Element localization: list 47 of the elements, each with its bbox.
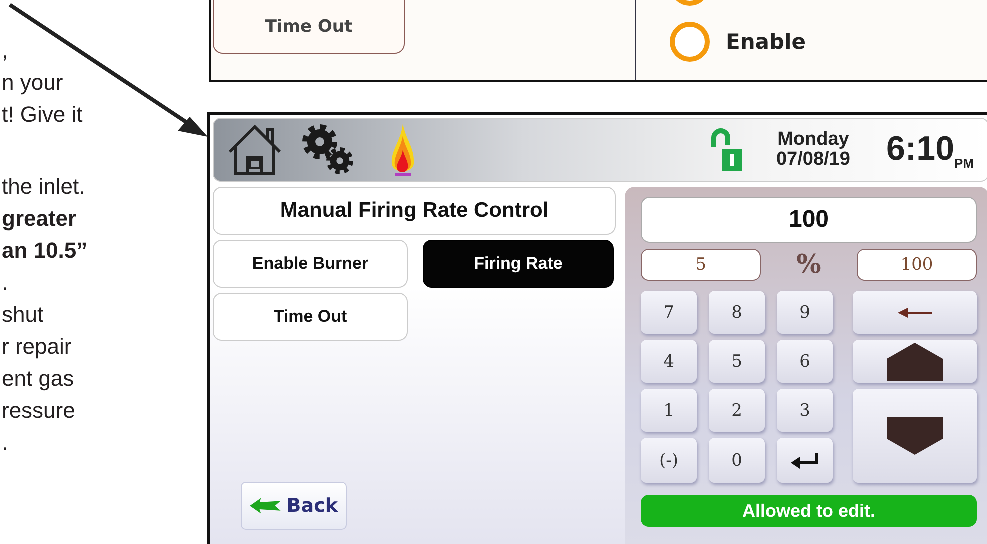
- enable-radio[interactable]: Enable: [670, 22, 987, 62]
- unit-label: %: [796, 250, 822, 280]
- manual-text-line: ressure: [1, 397, 76, 425]
- manual-text-line: t! Give it: [1, 101, 84, 129]
- keypad-key[interactable]: 0: [709, 438, 765, 483]
- flame-icon: [390, 122, 416, 178]
- value-display: 100: [641, 197, 977, 243]
- date-label: 07/08/19: [776, 150, 850, 170]
- manual-text-line: an 10.5”: [1, 237, 89, 265]
- screen-title: Manual Firing Rate Control: [213, 187, 616, 235]
- clock-time: 6:10$_{PM}$: [886, 130, 974, 170]
- manual-text-line: the inlet.: [1, 173, 86, 201]
- keypad-key[interactable]: 3: [777, 389, 833, 432]
- day-label: Monday: [778, 130, 850, 150]
- manual-text-line: .: [1, 269, 10, 297]
- manual-text-line: .: [1, 429, 10, 457]
- status-bar: Allowed to edit.: [641, 495, 977, 527]
- manual-text-line: r repair: [1, 333, 73, 361]
- keypad-key[interactable]: 2: [709, 389, 765, 432]
- keypad-key[interactable]: 8: [709, 291, 765, 334]
- manual-text-line: ent gas: [1, 365, 76, 393]
- manual-text-line: shut: [1, 301, 45, 329]
- menu-button[interactable]: Time Out: [213, 293, 408, 341]
- manual-text-line: ,: [1, 37, 10, 65]
- up-key[interactable]: [853, 340, 977, 383]
- manual-text-line: n your: [1, 69, 64, 97]
- left-arrow-icon: [898, 308, 932, 318]
- keypad-key[interactable]: 6: [777, 340, 833, 383]
- keypad-key[interactable]: 5: [709, 340, 765, 383]
- keypad-key[interactable]: 7: [641, 291, 697, 334]
- up-arrow-icon: [887, 342, 943, 380]
- enter-key[interactable]: [777, 438, 833, 483]
- keypad-key[interactable]: 4: [641, 340, 697, 383]
- keypad-key[interactable]: 9: [777, 291, 833, 334]
- min-value: 5: [641, 249, 761, 281]
- keypad-key[interactable]: 1: [641, 389, 697, 432]
- home-icon[interactable]: [226, 122, 284, 178]
- manual-text-line: greater: [1, 205, 78, 233]
- time-out-button[interactable]: Time Out: [213, 0, 405, 54]
- menu-button[interactable]: Enable Burner: [213, 240, 408, 288]
- enter-icon: [790, 452, 820, 470]
- down-key[interactable]: [853, 389, 977, 483]
- down-arrow-icon: [887, 417, 943, 455]
- max-value: 100: [857, 249, 977, 281]
- menu-button[interactable]: Firing Rate: [423, 240, 614, 288]
- keypad-key[interactable]: (-): [641, 438, 697, 483]
- back-button[interactable]: Back: [241, 482, 347, 530]
